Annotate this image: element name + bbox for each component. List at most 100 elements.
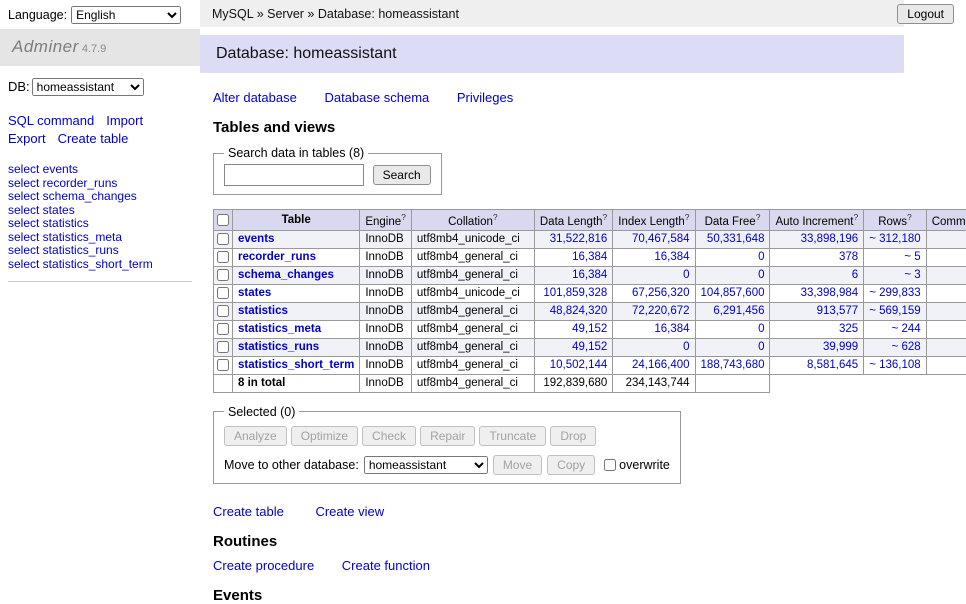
- breadcrumb: MySQL » Server » Database: homeassistant: [200, 0, 904, 27]
- db-select[interactable]: homeassistant: [32, 78, 144, 96]
- row-checkbox[interactable]: [217, 341, 229, 353]
- rows-cell: ~ 628: [864, 338, 926, 356]
- collation-cell: utf8mb4_general_ci: [411, 338, 534, 356]
- table-row: eventsInnoDButf8mb4_unicode_ci31,522,816…: [214, 230, 966, 248]
- data-free-cell: 0: [695, 320, 770, 338]
- create-table-sidebar-link[interactable]: Create table: [58, 131, 129, 146]
- table-name-link[interactable]: statistics_meta: [238, 323, 321, 335]
- create-function-link[interactable]: Create function: [342, 558, 430, 573]
- sidebar-table-link[interactable]: select statistics: [8, 217, 192, 231]
- sidebar-table-link[interactable]: select states: [8, 204, 192, 218]
- sidebar-table-link[interactable]: select schema_changes: [8, 190, 192, 204]
- import-link[interactable]: Import: [106, 113, 143, 128]
- sidebar-table-link[interactable]: select statistics_short_term: [8, 258, 192, 272]
- table-name-link[interactable]: statistics_runs: [238, 341, 319, 353]
- table-name-link[interactable]: statistics: [238, 305, 288, 317]
- select-all-checkbox[interactable]: [217, 214, 229, 226]
- column-help-icon[interactable]: ?: [853, 212, 858, 222]
- column-help-icon[interactable]: ?: [756, 212, 761, 222]
- comment-cell: [926, 356, 966, 374]
- engine-cell: InnoDB: [360, 248, 412, 266]
- selected-buttons: AnalyzeOptimizeCheckRepairTruncateDrop: [224, 426, 670, 446]
- check-button[interactable]: Check: [362, 426, 416, 446]
- column-header-auto-increment: Auto Increment?: [770, 210, 864, 231]
- language-select[interactable]: English: [71, 6, 181, 24]
- table-row: statistics_short_termInnoDButf8mb4_gener…: [214, 356, 966, 374]
- column-help-icon[interactable]: ?: [907, 212, 912, 222]
- column-help-icon[interactable]: ?: [603, 212, 608, 222]
- index-length-cell: 70,467,584: [613, 230, 695, 248]
- table-name-link[interactable]: recorder_runs: [238, 251, 316, 263]
- rows-cell: ~ 569,159: [864, 302, 926, 320]
- move-db-select[interactable]: homeassistant: [364, 456, 488, 474]
- sidebar-table-link[interactable]: select recorder_runs: [8, 177, 192, 191]
- overwrite-checkbox[interactable]: [604, 459, 616, 471]
- row-checkbox[interactable]: [217, 269, 229, 281]
- data-free-cell: 50,331,648: [695, 230, 770, 248]
- collation-cell: utf8mb4_unicode_ci: [411, 284, 534, 302]
- engine-cell: InnoDB: [360, 356, 412, 374]
- breadcrumb-link[interactable]: Server: [267, 7, 304, 21]
- total-check-cell: [214, 374, 233, 392]
- column-header-collation: Collation?: [411, 210, 534, 231]
- row-checkbox[interactable]: [217, 287, 229, 299]
- analyze-button[interactable]: Analyze: [224, 426, 287, 446]
- search-fieldset: Search data in tables (8) Search: [213, 146, 442, 195]
- column-help-icon[interactable]: ?: [401, 212, 406, 222]
- table-name-cell: states: [233, 284, 360, 302]
- table-name-link[interactable]: events: [238, 233, 274, 245]
- rows-cell: ~ 244: [864, 320, 926, 338]
- create-view-link[interactable]: Create view: [315, 504, 384, 519]
- repair-button[interactable]: Repair: [420, 426, 475, 446]
- row-checkbox-cell: [214, 356, 233, 374]
- logout-button[interactable]: Logout: [897, 4, 954, 24]
- column-help-icon[interactable]: ?: [493, 212, 498, 222]
- table-name-link[interactable]: statistics_short_term: [238, 359, 354, 371]
- table-name-link[interactable]: states: [238, 287, 271, 299]
- move-button[interactable]: Move: [493, 455, 542, 475]
- search-input[interactable]: [224, 164, 364, 186]
- collation-cell: utf8mb4_unicode_ci: [411, 230, 534, 248]
- database-schema-link[interactable]: Database schema: [324, 90, 429, 105]
- data-free-cell: 188,743,680: [695, 356, 770, 374]
- export-link[interactable]: Export: [8, 131, 46, 146]
- truncate-button[interactable]: Truncate: [479, 426, 546, 446]
- row-checkbox[interactable]: [217, 251, 229, 263]
- events-heading: Events: [213, 587, 910, 604]
- breadcrumb-link[interactable]: MySQL: [212, 7, 253, 21]
- sql-command-link[interactable]: SQL command: [8, 113, 94, 128]
- table-name-link[interactable]: schema_changes: [238, 269, 334, 281]
- copy-button[interactable]: Copy: [547, 455, 595, 475]
- search-button[interactable]: Search: [373, 165, 431, 185]
- row-checkbox-cell: [214, 302, 233, 320]
- table-row: schema_changesInnoDButf8mb4_general_ci16…: [214, 266, 966, 284]
- collation-cell: utf8mb4_general_ci: [411, 266, 534, 284]
- engine-cell: InnoDB: [360, 266, 412, 284]
- column-help-icon[interactable]: ?: [685, 212, 690, 222]
- privileges-link[interactable]: Privileges: [457, 90, 513, 105]
- engine-cell: InnoDB: [360, 302, 412, 320]
- drop-button[interactable]: Drop: [550, 426, 596, 446]
- sidebar-table-link[interactable]: select statistics_meta: [8, 231, 192, 245]
- content: Alter database Database schema Privilege…: [200, 73, 966, 604]
- tables-tbody: eventsInnoDButf8mb4_unicode_ci31,522,816…: [214, 230, 966, 392]
- overwrite-label: overwrite: [619, 458, 670, 472]
- create-table-link[interactable]: Create table: [213, 504, 284, 519]
- tables-table: TableEngine?Collation?Data Length?Index …: [213, 209, 966, 393]
- create-procedure-link[interactable]: Create procedure: [213, 558, 314, 573]
- language-row: Language:English: [0, 0, 200, 29]
- row-checkbox[interactable]: [217, 305, 229, 317]
- alter-database-link[interactable]: Alter database: [213, 90, 297, 105]
- create-links: Create table Create view: [213, 504, 910, 519]
- engine-cell: InnoDB: [360, 320, 412, 338]
- row-checkbox[interactable]: [217, 359, 229, 371]
- sidebar-table-links: select eventsselect recorder_runsselect …: [8, 163, 192, 282]
- rows-cell: ~ 3: [864, 266, 926, 284]
- optimize-button[interactable]: Optimize: [291, 426, 358, 446]
- row-checkbox[interactable]: [217, 233, 229, 245]
- row-checkbox[interactable]: [217, 323, 229, 335]
- auto-increment-cell: 378: [770, 248, 864, 266]
- comment-cell: [926, 248, 966, 266]
- sidebar-table-link[interactable]: select statistics_runs: [8, 244, 192, 258]
- sidebar-table-link[interactable]: select events: [8, 163, 192, 177]
